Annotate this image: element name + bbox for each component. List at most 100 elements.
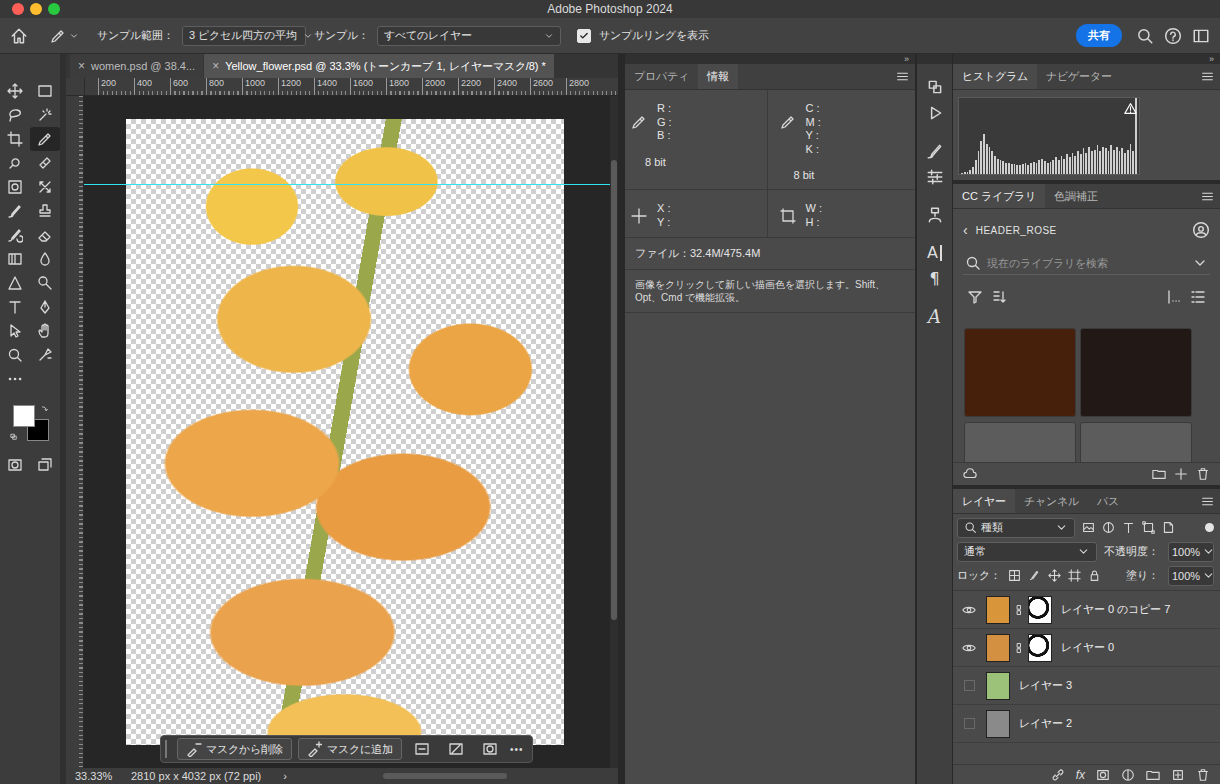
tool-button[interactable] [30,247,60,271]
panel-tab[interactable]: CC ライブラリ [953,184,1045,208]
panel-tab[interactable]: レイヤー [953,489,1015,513]
panel-button[interactable] [926,164,944,190]
panel-button[interactable] [926,202,944,228]
lock-transparency-icon[interactable] [1008,569,1021,582]
show-ring-checkbox[interactable]: サンプルリングを表示 [577,28,709,43]
collapse-button[interactable]: » [625,54,915,64]
quick-mask-button[interactable] [0,453,30,477]
tool-button[interactable] [0,127,30,151]
zoom-button[interactable] [48,3,60,15]
layer-filter-select[interactable]: 種類 [957,518,1075,538]
image-filter-icon[interactable] [1082,521,1095,534]
layer-row[interactable]: レイヤー 0 [953,629,1220,667]
chain-icon[interactable] [1013,642,1025,654]
warning-icon[interactable] [1124,102,1137,115]
panel-button[interactable] [926,74,944,100]
screen-mode-button[interactable] [30,453,60,477]
lock-artboard-icon[interactable] [1068,569,1081,582]
sample-size-select[interactable]: 3 ピクセル四方の平均 [182,26,306,46]
tool-button[interactable] [30,175,60,199]
panel-tab[interactable]: チャンネル [1015,489,1088,513]
folder-icon[interactable] [1146,768,1160,782]
fill-field[interactable]: 100% [1168,566,1214,586]
tool-button[interactable] [0,103,30,127]
link-icon[interactable] [1051,768,1065,782]
close-tab-button[interactable]: × [78,59,85,73]
document-tab[interactable]: ×Yellow_flower.psd @ 33.3% (トーンカーブ 1, レイ… [204,54,554,78]
flower-image[interactable] [126,119,564,745]
layer-mask-thumbnail[interactable] [1028,596,1052,624]
share-button[interactable]: 共有 [1076,24,1122,47]
canvas[interactable]: マスクから削除 マスクに追加••• [84,96,610,768]
tool-button[interactable] [30,343,60,367]
mask-options-icon[interactable] [414,741,430,757]
tool-button[interactable] [0,295,30,319]
tool-button[interactable] [0,223,30,247]
visibility-toggle[interactable] [961,680,977,691]
tool-button[interactable] [30,103,60,127]
tool-button[interactable] [0,175,30,199]
tool-button[interactable] [30,319,60,343]
library-search[interactable]: 現在のライブラリを検索 [963,252,1210,275]
vertical-scrollbar[interactable] [610,96,618,768]
tool-preset-picker[interactable] [50,28,79,44]
opacity-field[interactable]: 100% [1168,542,1214,562]
zoom-level[interactable]: 33.33% [75,770,115,782]
subtract-from-mask-button[interactable]: マスクから削除 [177,738,292,760]
sample-select[interactable]: すべてのレイヤー [377,26,561,46]
tool-button[interactable] [30,151,60,175]
panel-button[interactable]: A [928,304,941,330]
rgb-depth[interactable]: 8 bit [645,156,759,168]
list-view-icon[interactable] [1190,289,1206,305]
fx-button[interactable]: fx [1076,768,1085,782]
panel-button[interactable]: ¶ [929,266,939,292]
smart-object-filter-icon[interactable] [1162,521,1175,534]
layout-icon[interactable] [1192,27,1210,45]
layer-row[interactable]: レイヤー 0 のコピー 7 [953,591,1220,629]
adjustment-icon[interactable] [1121,768,1135,782]
visibility-toggle[interactable] [961,718,977,729]
new-layer-icon[interactable] [1171,768,1185,782]
panel-menu-icon[interactable] [1201,190,1214,203]
folder-icon[interactable] [1152,467,1166,481]
tool-button[interactable] [0,343,30,367]
shape-filter-icon[interactable] [1142,521,1155,534]
lock-pixels-icon[interactable] [1028,569,1041,582]
filter-toggle[interactable] [1205,523,1214,532]
tool-button[interactable] [0,367,30,391]
tool-button[interactable] [30,271,60,295]
disable-mask-icon[interactable] [448,741,464,757]
trash-icon[interactable] [1196,768,1210,782]
color-swatch[interactable] [964,422,1076,462]
invert-mask-icon[interactable] [482,741,498,757]
cloud-icon[interactable] [963,467,977,481]
tool-button[interactable] [30,199,60,223]
add-to-mask-button[interactable]: マスクに追加 [298,738,402,760]
tool-button[interactable] [0,151,30,175]
tool-button[interactable] [30,223,60,247]
back-button[interactable]: ‹ [963,222,968,238]
color-swatch[interactable] [1080,422,1192,462]
layer-name[interactable]: レイヤー 2 [1019,716,1072,731]
panel-menu-icon[interactable] [1201,495,1214,508]
lock-position-icon[interactable] [1048,569,1061,582]
tool-button[interactable] [30,127,60,151]
collapse-button[interactable]: » [953,54,1220,64]
panel-menu-icon[interactable] [1201,70,1214,83]
type-filter-icon[interactable] [1122,521,1135,534]
layer-name[interactable]: レイヤー 3 [1019,678,1072,693]
help-icon[interactable] [1164,27,1182,45]
sort-icon[interactable] [991,289,1007,305]
horizontal-scrollbar[interactable] [383,773,507,779]
layer-mask-thumbnail[interactable] [1028,634,1052,662]
tool-button[interactable] [0,319,30,343]
foreground-color[interactable] [13,405,35,427]
panel-button[interactable]: A [927,240,942,266]
status-menu-button[interactable]: › [283,770,287,782]
panel-tab[interactable]: 色調補正 [1045,184,1107,208]
user-icon[interactable] [1192,221,1210,239]
thumbnail-size-icon[interactable] [1166,289,1182,305]
mask-icon[interactable] [1096,768,1110,782]
close-tab-button[interactable]: × [212,59,219,73]
chain-icon[interactable] [1013,604,1025,616]
